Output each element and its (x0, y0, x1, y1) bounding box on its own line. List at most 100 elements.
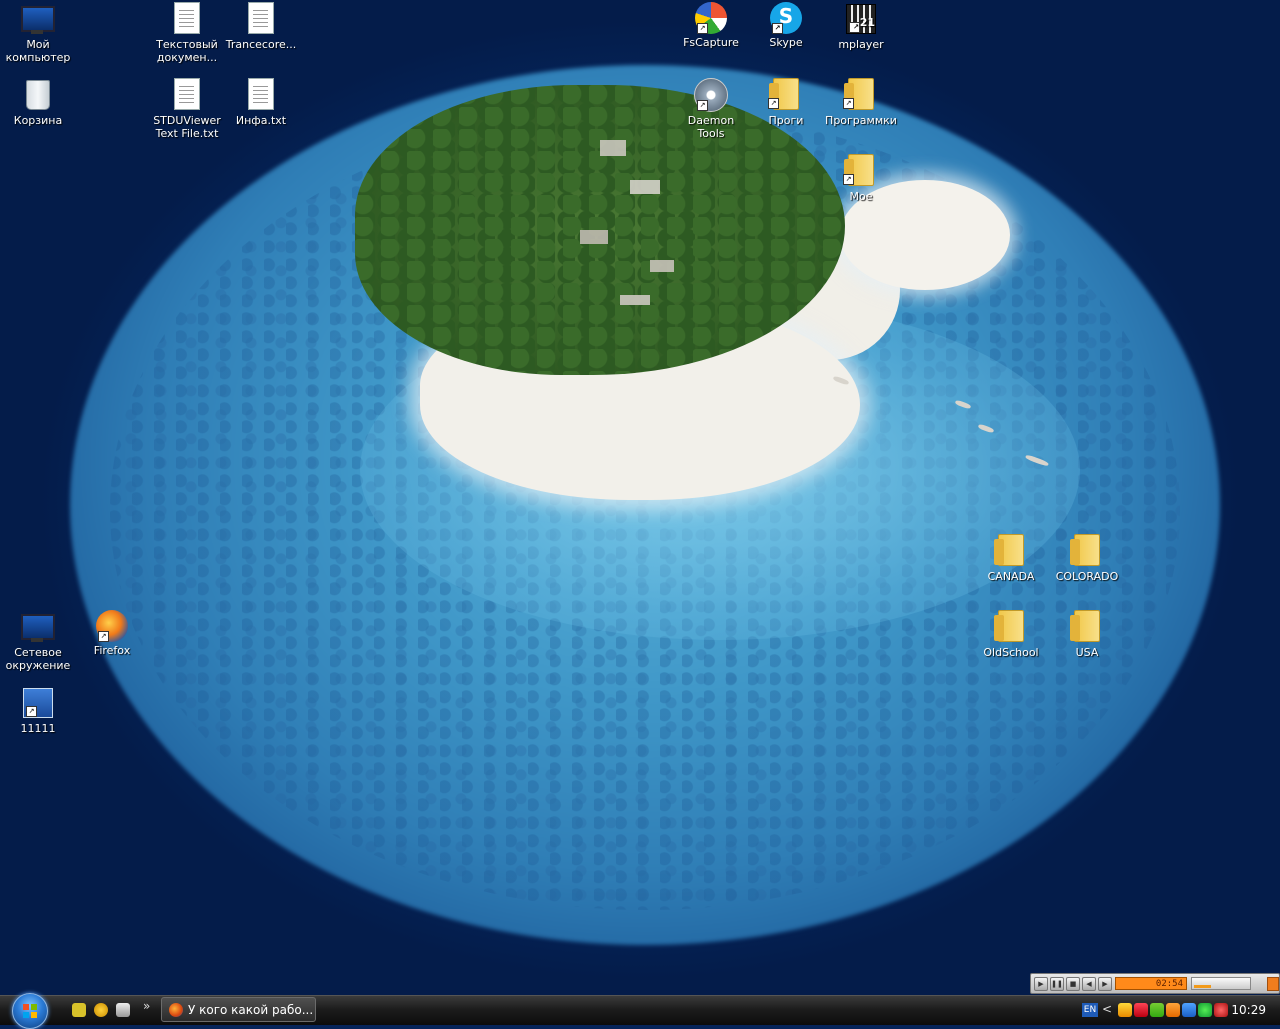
network-activity-icon[interactable] (1118, 1003, 1132, 1017)
desktop-icon-label: CANADA (987, 570, 1035, 583)
shortcut-arrow-icon: ↗ (843, 174, 854, 185)
mplayer-icon: 21 ↗ (846, 4, 876, 34)
desktop-icon-label: Текстовый докумен... (156, 38, 218, 64)
desktop-icon-stduviewer[interactable]: STDUViewer Text File.txt (149, 78, 225, 140)
shortcut-arrow-icon: ↗ (843, 98, 854, 109)
desktop-icon-label: Корзина (13, 114, 63, 127)
folder-icon (994, 610, 1024, 642)
desktop-icon-label: 11111 (20, 722, 56, 735)
folder-icon (1070, 610, 1100, 642)
folder-icon: ↗ (768, 78, 799, 110)
skype-icon: S ↗ (770, 2, 802, 34)
text-document-icon (248, 78, 274, 110)
fscapture-icon: ↗ (695, 2, 727, 34)
desktop-icon-progi[interactable]: ↗ Проги (748, 78, 824, 127)
desktop-icon-skype[interactable]: S ↗ Skype (748, 2, 824, 49)
taskbar-window-title: У кого какой рабо... (188, 1003, 314, 1017)
show-hidden-icons-icon[interactable]: < (1102, 1002, 1112, 1016)
island-buildings (560, 120, 710, 310)
desktop-icon-network[interactable]: Сетевое окружение (0, 610, 76, 672)
taskbar: » У кого какой рабо... EN < 10:29 (0, 993, 1280, 1029)
tray-app-icon[interactable] (1134, 1003, 1148, 1017)
system-tray: EN < 10:29 (1078, 996, 1280, 1025)
tray-app-icon[interactable] (1198, 1003, 1212, 1017)
daemon-tools-icon: ↗ (694, 78, 728, 112)
quick-launch-app-icon[interactable] (116, 1003, 130, 1017)
desktop-icon-label: FsCapture (683, 36, 739, 49)
language-indicator[interactable]: EN (1082, 1003, 1098, 1017)
monitor-tray-icon[interactable] (1182, 1003, 1196, 1017)
desktop-wallpaper (0, 0, 1280, 995)
desktop-icon-moe[interactable]: ↗ Мое (823, 154, 899, 203)
desktop-icon-label: Программки (825, 114, 897, 127)
shortcut-arrow-icon: ↗ (772, 23, 783, 34)
folder-icon (1070, 534, 1100, 566)
quick-launch-more-icon[interactable]: » (143, 999, 150, 1013)
desktop-icon-infa[interactable]: Инфа.txt (223, 78, 299, 127)
desktop-icon-text-document[interactable]: Текстовый докумен... (149, 2, 225, 64)
taskbar-window-button[interactable]: У кого какой рабо... (161, 997, 316, 1022)
antivirus-icon[interactable] (1214, 1003, 1228, 1017)
desktop-icon-daemon-tools[interactable]: ↗ Daemon Tools (673, 78, 749, 140)
desktop-icon-label: Мой компьютер (5, 38, 71, 64)
text-document-icon (174, 78, 200, 110)
desktop-icon-fscapture[interactable]: ↗ FsCapture (673, 2, 749, 49)
previous-icon[interactable]: ◀ (1082, 977, 1096, 991)
media-time-display: 02:54 (1115, 977, 1187, 990)
desktop-icon-label: Инфа.txt (235, 114, 287, 127)
shortcut-arrow-icon: ↗ (849, 22, 860, 33)
quick-launch-app-icon[interactable] (72, 1003, 86, 1017)
stop-icon[interactable]: ■ (1066, 977, 1080, 991)
recycle-bin-icon (26, 80, 50, 110)
desktop-icon-programmki[interactable]: ↗ Программки (823, 78, 899, 127)
desktop-icon-label: Firefox (93, 644, 131, 657)
clock[interactable]: 10:29 (1231, 1003, 1266, 1017)
volume-fill (1194, 985, 1211, 988)
desktop-icon-label: USA (1075, 646, 1099, 659)
shortcut-arrow-icon: ↗ (768, 98, 779, 109)
remote-desktop-icon: ↗ (23, 688, 53, 718)
tray-app-icon[interactable] (1150, 1003, 1164, 1017)
desktop-icon-label: COLORADO (1055, 570, 1119, 583)
pause-icon[interactable]: ❚❚ (1050, 977, 1064, 991)
desktop-icon-colorado[interactable]: COLORADO (1049, 534, 1125, 583)
desktop-icon-11111[interactable]: ↗ 11111 (0, 686, 76, 735)
desktop-icon-label: mplayer (838, 38, 884, 51)
desktop-icon-label: Сетевое окружение (5, 646, 71, 672)
desktop-icon-canada[interactable]: CANADA (973, 534, 1049, 583)
shortcut-arrow-icon: ↗ (26, 706, 37, 717)
desktop-icon-firefox[interactable]: ↗ Firefox (74, 610, 150, 657)
folder-icon: ↗ (843, 78, 874, 110)
desktop-icon-recycle-bin[interactable]: Корзина (0, 78, 76, 127)
media-player-minibar: ▶ ❚❚ ■ ◀ ▶ 02:54 (1030, 973, 1280, 994)
desktop-icon-mplayer[interactable]: 21 ↗ mplayer (823, 2, 899, 51)
media-player-tray-icon[interactable] (1166, 1003, 1180, 1017)
desktop-icon-usa[interactable]: USA (1049, 610, 1125, 659)
monitor-icon (21, 6, 55, 34)
close-icon[interactable] (1267, 977, 1279, 991)
desktop-icon-label: Skype (769, 36, 803, 49)
firefox-icon (169, 1003, 183, 1017)
shortcut-arrow-icon: ↗ (697, 100, 708, 111)
firefox-icon: ↗ (96, 610, 128, 642)
shortcut-arrow-icon: ↗ (697, 23, 708, 34)
desktop-icon-label: STDUViewer Text File.txt (153, 114, 221, 140)
volume-slider[interactable] (1191, 977, 1251, 990)
text-document-icon (248, 2, 274, 34)
play-icon[interactable]: ▶ (1034, 977, 1048, 991)
desktop-icon-label: Daemon Tools (687, 114, 735, 140)
desktop-icon-label: Trancecore... (225, 38, 297, 51)
shortcut-arrow-icon: ↗ (98, 631, 109, 642)
desktop-icon-oldschool[interactable]: OldSchool (973, 610, 1049, 659)
quick-launch-app-icon[interactable] (94, 1003, 108, 1017)
desktop-icon-label: OldSchool (983, 646, 1039, 659)
text-document-icon (174, 2, 200, 34)
folder-icon (994, 534, 1024, 566)
folder-icon: ↗ (843, 154, 874, 186)
desktop-icon-label: Проги (768, 114, 804, 127)
desktop-icon-label: Мое (849, 190, 873, 203)
desktop-icon-my-computer[interactable]: Мой компьютер (0, 2, 76, 64)
network-icon (21, 614, 55, 642)
desktop-icon-trancecore[interactable]: Trancecore... (223, 2, 299, 51)
next-icon[interactable]: ▶ (1098, 977, 1112, 991)
